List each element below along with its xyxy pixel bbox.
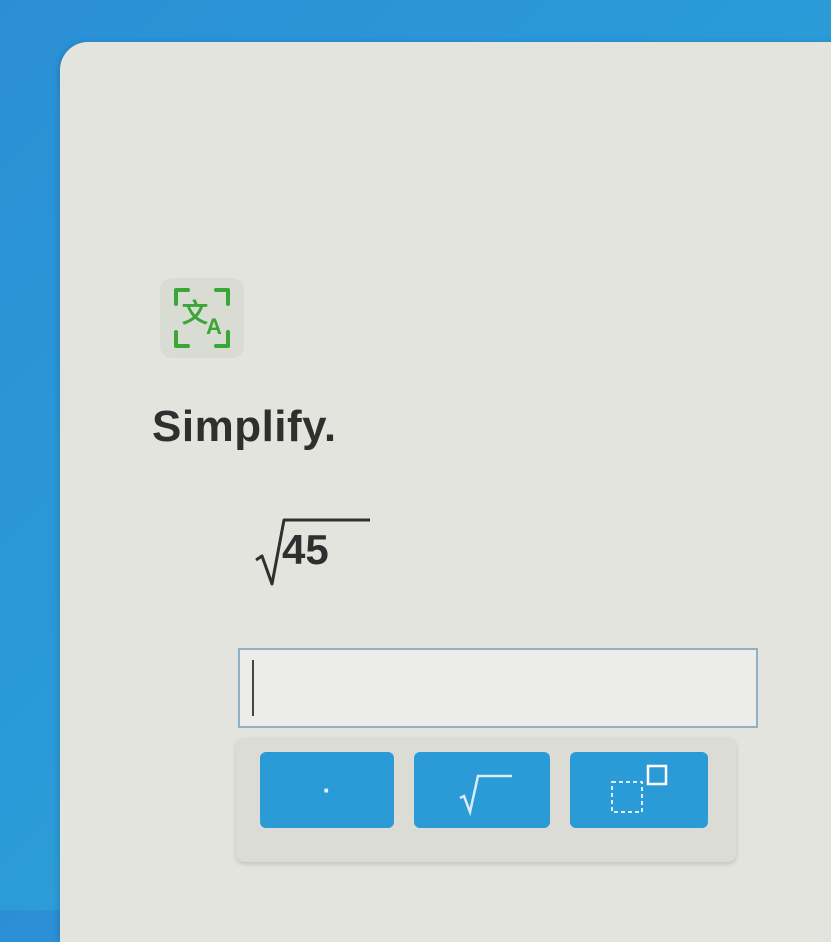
decimal-point-button[interactable]: ·: [260, 752, 394, 828]
math-palette: ·: [236, 738, 736, 862]
exponent-button[interactable]: [570, 752, 708, 828]
square-root-icon: [459, 774, 512, 817]
svg-text:文: 文: [182, 298, 209, 328]
instruction-text: Simplify.: [152, 402, 337, 451]
exponent-icon: [611, 764, 668, 813]
text-cursor: [252, 660, 254, 716]
svg-text:A: A: [206, 314, 222, 339]
radicand: 45: [282, 526, 329, 573]
translate-button[interactable]: 文 A: [160, 278, 244, 358]
answer-input[interactable]: [238, 648, 758, 728]
decimal-point-icon: ·: [322, 774, 332, 805]
square-root-button[interactable]: [414, 752, 550, 828]
translate-icon: 文 A: [174, 288, 230, 348]
radical-expression: 45: [252, 512, 392, 592]
